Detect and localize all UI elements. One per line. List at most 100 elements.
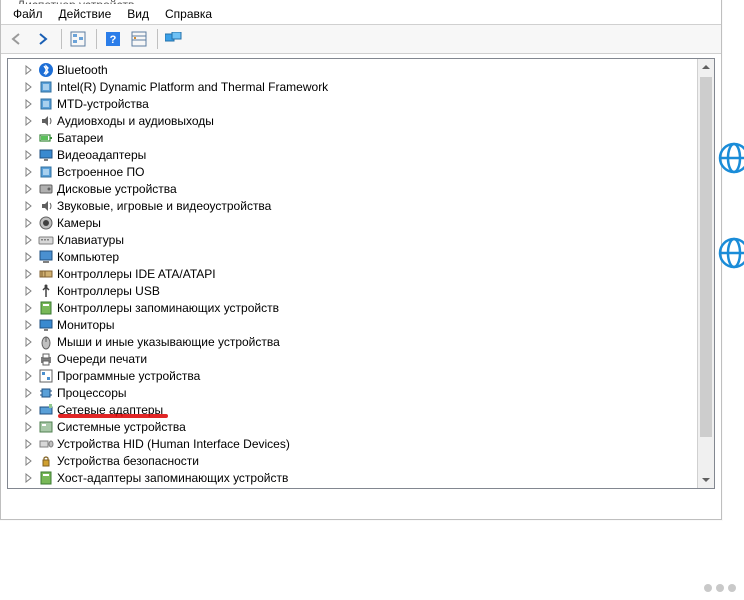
arrow-left-icon [10, 32, 24, 46]
menu-bar: Файл Действие Вид Справка [1, 4, 721, 24]
tree-item[interactable]: Видеоадаптеры [8, 146, 698, 163]
toolbar-separator [96, 29, 97, 49]
tree-item[interactable]: Устройства HID (Human Interface Devices) [8, 435, 698, 452]
tree-item-label: Очереди печати [57, 352, 147, 366]
tree-item[interactable]: Устройства безопасности [8, 452, 698, 469]
expand-icon[interactable] [22, 165, 36, 179]
expand-icon[interactable] [22, 335, 36, 349]
tree-item[interactable]: Программные устройства [8, 367, 698, 384]
help-button[interactable]: ? [101, 27, 125, 51]
grid-icon [131, 31, 147, 47]
expand-icon[interactable] [22, 301, 36, 315]
tree-item[interactable]: Контроллеры IDE ATA/ATAPI [8, 265, 698, 282]
tree-item[interactable]: Батареи [8, 129, 698, 146]
chevron-up-icon [702, 63, 710, 71]
tree-item-label: Контроллеры USB [57, 284, 160, 298]
audio-icon [38, 198, 54, 214]
system-icon [38, 419, 54, 435]
tree-item[interactable]: Intel(R) Dynamic Platform and Thermal Fr… [8, 78, 698, 95]
tree-item-label: Контроллеры IDE ATA/ATAPI [57, 267, 216, 281]
tree-item[interactable]: Звуковые, игровые и видеоустройства [8, 197, 698, 214]
expand-icon[interactable] [22, 267, 36, 281]
tree-item-label: Intel(R) Dynamic Platform and Thermal Fr… [57, 80, 328, 94]
display-icon [38, 147, 54, 163]
expand-icon[interactable] [22, 250, 36, 264]
tree-item-label: Мониторы [57, 318, 114, 332]
tree-item-label: Контроллеры запоминающих устройств [57, 301, 279, 315]
show-tree-button[interactable] [66, 27, 90, 51]
toolbar-separator [157, 29, 158, 49]
expand-icon[interactable] [22, 80, 36, 94]
tree-item-label: Устройства безопасности [57, 454, 199, 468]
tree-item[interactable]: Bluetooth [8, 61, 698, 78]
expand-icon[interactable] [22, 318, 36, 332]
expand-icon[interactable] [22, 97, 36, 111]
expand-icon[interactable] [22, 386, 36, 400]
menu-help[interactable]: Справка [157, 5, 220, 23]
monitors-button[interactable] [162, 27, 186, 51]
expand-icon[interactable] [22, 131, 36, 145]
security-icon [38, 453, 54, 469]
expand-icon[interactable] [22, 182, 36, 196]
expand-icon[interactable] [22, 420, 36, 434]
toolbar: ? [1, 24, 721, 54]
tree-item[interactable]: Компьютер [8, 248, 698, 265]
expand-icon[interactable] [22, 148, 36, 162]
device-manager-window: Диспетчер устройств Файл Действие Вид Сп… [0, 0, 722, 520]
menu-view[interactable]: Вид [119, 5, 157, 23]
expand-icon[interactable] [22, 437, 36, 451]
scroll-down-button[interactable] [698, 472, 714, 488]
expand-icon[interactable] [22, 403, 36, 417]
expand-icon[interactable] [22, 454, 36, 468]
expand-icon[interactable] [22, 199, 36, 213]
tree-item[interactable]: Аудиовходы и аудиовыходы [8, 112, 698, 129]
tree-item-label: Bluetooth [57, 63, 108, 77]
menu-action[interactable]: Действие [51, 5, 120, 23]
tree-item[interactable]: Процессоры [8, 384, 698, 401]
tree-item[interactable]: Встроенное ПО [8, 163, 698, 180]
network-icon [38, 402, 54, 418]
expand-icon[interactable] [22, 63, 36, 77]
bluetooth-icon [38, 62, 54, 78]
expand-icon[interactable] [22, 471, 36, 485]
expand-icon[interactable] [22, 114, 36, 128]
tree-item[interactable]: Системные устройства [8, 418, 698, 435]
audio-icon [38, 113, 54, 129]
tree-item[interactable]: Контроллеры запоминающих устройств [8, 299, 698, 316]
tree-item[interactable]: Очереди печати [8, 350, 698, 367]
forward-button[interactable] [31, 27, 55, 51]
tree-item[interactable]: MTD-устройства [8, 95, 698, 112]
expand-icon[interactable] [22, 216, 36, 230]
expand-icon[interactable] [22, 284, 36, 298]
back-button[interactable] [5, 27, 29, 51]
tree-item[interactable]: Хост-адаптеры запоминающих устройств [8, 469, 698, 486]
printer-icon [38, 351, 54, 367]
mouse-icon [38, 334, 54, 350]
tree-item-label: Дисковые устройства [57, 182, 177, 196]
vertical-scrollbar[interactable] [697, 59, 714, 488]
tree-item[interactable]: Контроллеры USB [8, 282, 698, 299]
tree-item[interactable]: Клавиатуры [8, 231, 698, 248]
monitor-icon [38, 317, 54, 333]
expand-icon[interactable] [22, 233, 36, 247]
menu-file[interactable]: Файл [5, 5, 51, 23]
camera-icon [38, 215, 54, 231]
tree-item[interactable]: Мыши и иные указывающие устройства [8, 333, 698, 350]
tree-item-label: Звуковые, игровые и видеоустройства [57, 199, 271, 213]
scroll-up-button[interactable] [698, 59, 714, 75]
tree-item-label: Камеры [57, 216, 101, 230]
expand-icon[interactable] [22, 352, 36, 366]
chevron-down-icon [702, 476, 710, 484]
show-hidden-button[interactable] [127, 27, 151, 51]
usb-icon [38, 283, 54, 299]
tree-item[interactable]: Мониторы [8, 316, 698, 333]
battery-icon [38, 130, 54, 146]
tree-item[interactable]: Дисковые устройства [8, 180, 698, 197]
tree-item-label: Аудиовходы и аудиовыходы [57, 114, 214, 128]
scroll-thumb[interactable] [700, 77, 712, 437]
expand-icon[interactable] [22, 369, 36, 383]
tree-item[interactable]: Камеры [8, 214, 698, 231]
computer-icon [38, 249, 54, 265]
tree-item-label: Клавиатуры [57, 233, 124, 247]
tree-item-label: Системные устройства [57, 420, 186, 434]
